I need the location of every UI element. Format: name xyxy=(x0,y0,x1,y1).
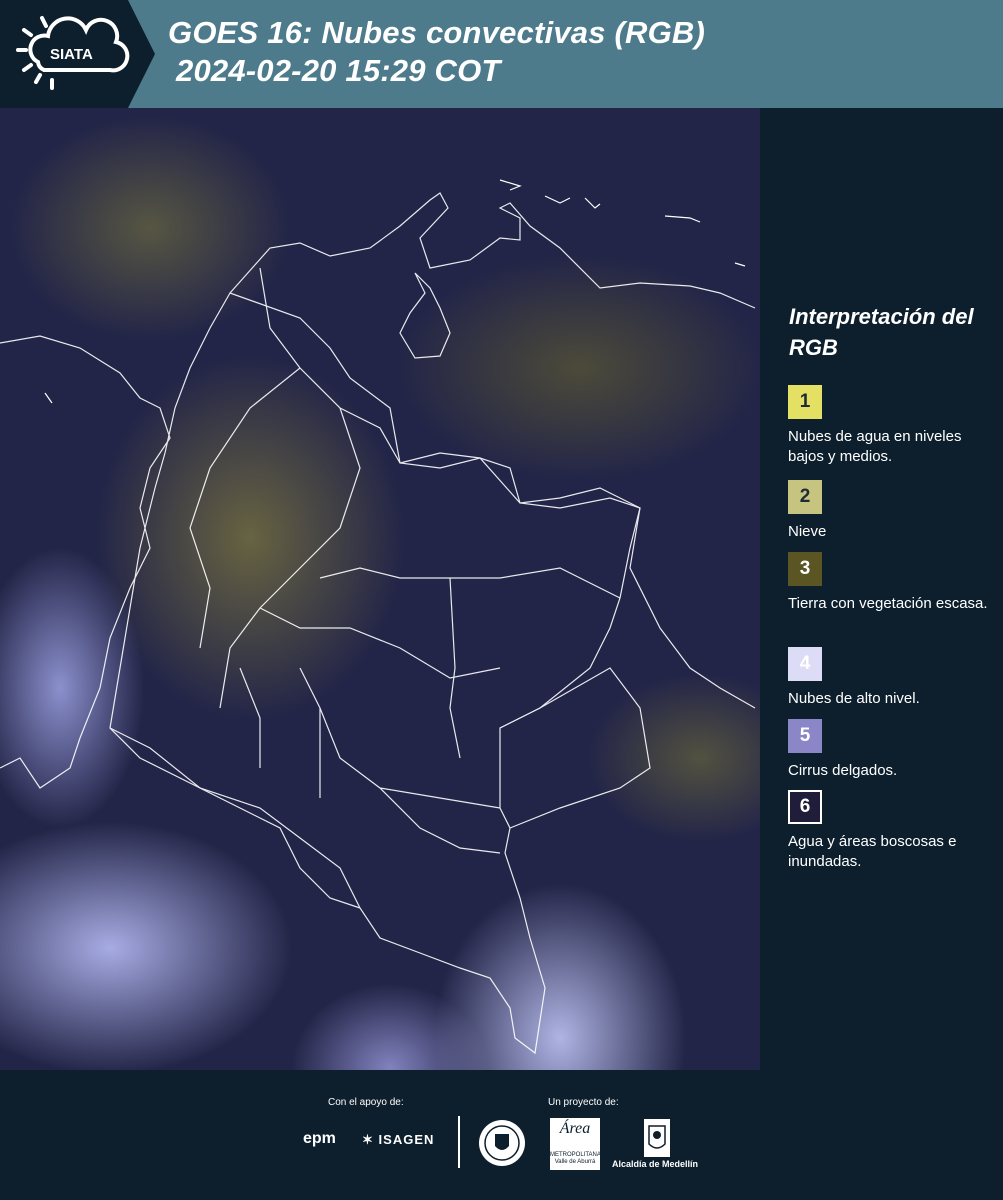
metro-logo-sub: METROPOLITANA Valle de Aburrá xyxy=(550,1152,601,1165)
satellite-map xyxy=(0,108,760,1070)
area-metropolitana-logo: Área METROPOLITANA Valle de Aburrá xyxy=(550,1118,601,1170)
boundaries-overlay xyxy=(0,179,756,1055)
venezuela-border xyxy=(399,452,756,709)
department-lines xyxy=(189,267,621,854)
legend-label-6: Agua y áreas boscosas e inundadas. xyxy=(788,833,957,870)
ecuador-border xyxy=(109,727,361,909)
lake-maracaibo xyxy=(399,272,451,359)
isagen-star-icon: ✶ xyxy=(362,1132,374,1147)
islands xyxy=(44,179,746,404)
legend-item-1: 1 Nubes de agua en niveles bajos y medio… xyxy=(788,385,998,467)
legend-item-2: 2 Nieve xyxy=(788,480,998,542)
header: SIATA GOES 16: Nubes convectivas (RGB) 2… xyxy=(0,0,1003,108)
epm-logo: epm xyxy=(303,1130,336,1147)
siata-logo: SIATA xyxy=(0,0,155,108)
coastline-west xyxy=(0,335,171,789)
footer-divider xyxy=(458,1116,460,1168)
support-label: Con el apoyo de: xyxy=(328,1097,404,1108)
legend-item-6: 6 Agua y áreas boscosas e inundadas. xyxy=(788,790,998,872)
legend-label-1: Nubes de agua en niveles bajos y medios. xyxy=(788,428,962,465)
brazil-border xyxy=(499,667,651,829)
legend-swatch-6: 6 xyxy=(788,790,822,824)
alcaldia-shield-icon xyxy=(644,1119,670,1157)
legend-swatch-5: 5 xyxy=(788,719,822,753)
legend-label-4: Nubes de alto nivel. xyxy=(788,690,920,707)
project-label: Un proyecto de: xyxy=(548,1097,619,1108)
legend-title: Interpretación del RGB xyxy=(789,304,974,360)
title-line-1: GOES 16: Nubes convectivas (RGB) xyxy=(168,15,706,50)
title-line-2: 2024-02-20 15:29 COT xyxy=(176,53,501,88)
legend-item-4: 4 Nubes de alto nivel. xyxy=(788,647,998,709)
colombia-border xyxy=(109,292,641,1055)
legend-item-5: 5 Cirrus delgados. xyxy=(788,719,998,781)
coastline-north xyxy=(229,192,756,309)
alcaldia-label: Alcaldía de Medellín xyxy=(612,1159,699,1169)
legend-panel: Interpretación del RGB 1 Nubes de agua e… xyxy=(760,108,1003,1070)
logo-text: SIATA xyxy=(50,46,93,63)
legend-swatch-4: 4 xyxy=(788,647,822,681)
footer: Con el apoyo de: Un proyecto de: epm ✶ I… xyxy=(0,1070,1003,1200)
legend-label-5: Cirrus delgados. xyxy=(788,762,898,779)
metro-logo-name: Área xyxy=(559,1120,591,1137)
legend-label-2: Nieve xyxy=(788,523,827,540)
medellin-seal-icon xyxy=(479,1120,525,1166)
legend-label-3: Tierra con vegetación escasa. xyxy=(788,595,988,612)
isagen-logo: ✶ ISAGEN xyxy=(362,1132,434,1148)
legend-swatch-1: 1 xyxy=(788,385,822,419)
legend-swatch-3: 3 xyxy=(788,552,822,586)
isagen-logo-text: ISAGEN xyxy=(378,1132,435,1147)
legend-item-3: 3 Tierra con vegetación escasa. xyxy=(788,552,998,614)
legend-swatch-2: 2 xyxy=(788,480,822,514)
page-title: GOES 16: Nubes convectivas (RGB) 2024-02… xyxy=(168,14,705,90)
